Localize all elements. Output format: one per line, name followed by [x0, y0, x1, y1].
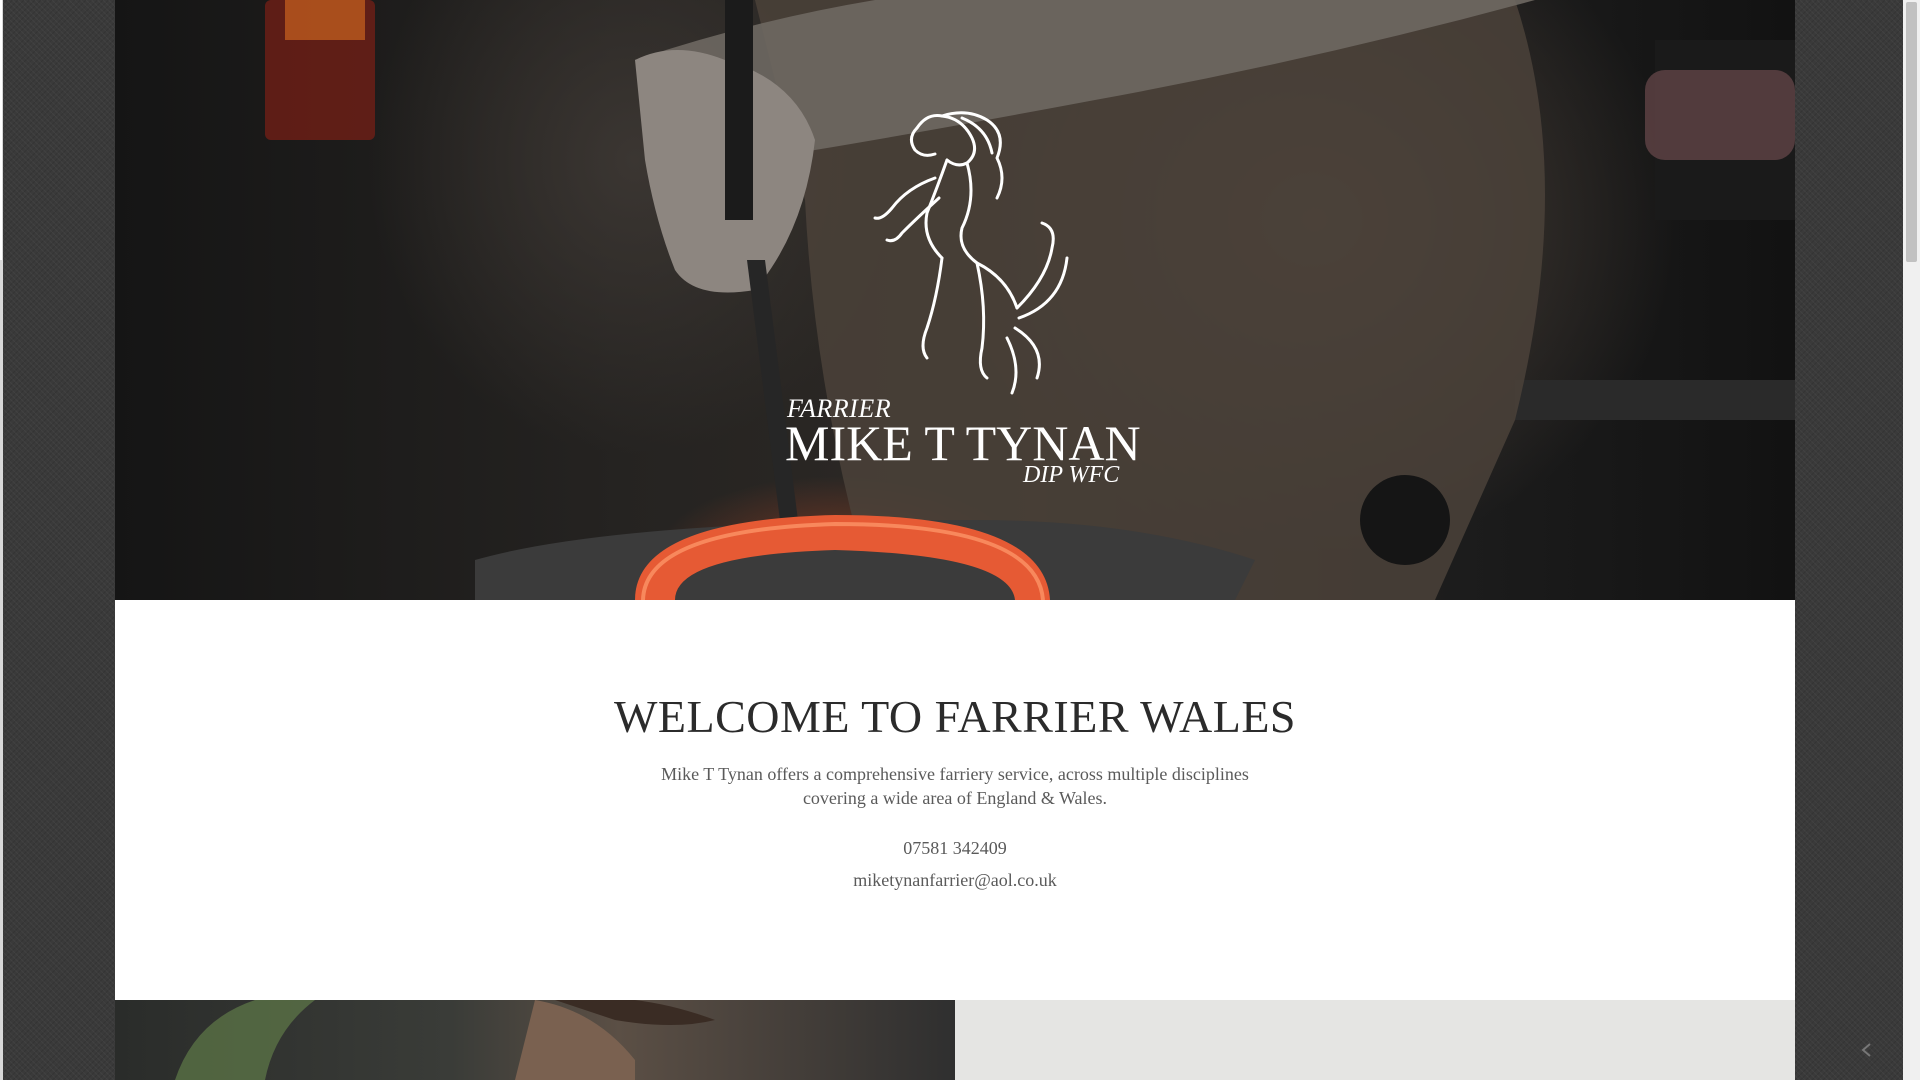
- intro-text: Mike T Tynan offers a comprehensive farr…: [661, 764, 1249, 808]
- email-link[interactable]: miketynanfarrier@aol.co.uk: [115, 870, 1795, 891]
- phone-link[interactable]: 07581 342409: [115, 838, 1795, 859]
- page-edge: [0, 0, 3, 1080]
- scrollbar-thumb[interactable]: [1906, 2, 1917, 262]
- page-container: FARRIER MIKE T TYNAN DIP WFC WELCOME TO …: [115, 0, 1795, 1080]
- vertical-scrollbar[interactable]: [1903, 0, 1920, 1080]
- info-panel: [955, 1000, 1795, 1080]
- page-title: WELCOME TO FARRIER WALES: [613, 691, 1296, 742]
- farrier-photo: [175, 1000, 715, 1080]
- rearing-horse-icon: [873, 111, 1069, 395]
- farrier-photo-panel: [115, 1000, 955, 1080]
- brand-logo: FARRIER MIKE T TYNAN DIP WFC: [785, 108, 1147, 498]
- welcome-section: WELCOME TO FARRIER WALES Mike T Tynan of…: [115, 600, 1795, 1000]
- logo-qualification-text: DIP WFC: [1023, 462, 1120, 488]
- hero-banner: FARRIER MIKE T TYNAN DIP WFC: [115, 0, 1795, 600]
- chevron-left-icon[interactable]: [1857, 1040, 1877, 1060]
